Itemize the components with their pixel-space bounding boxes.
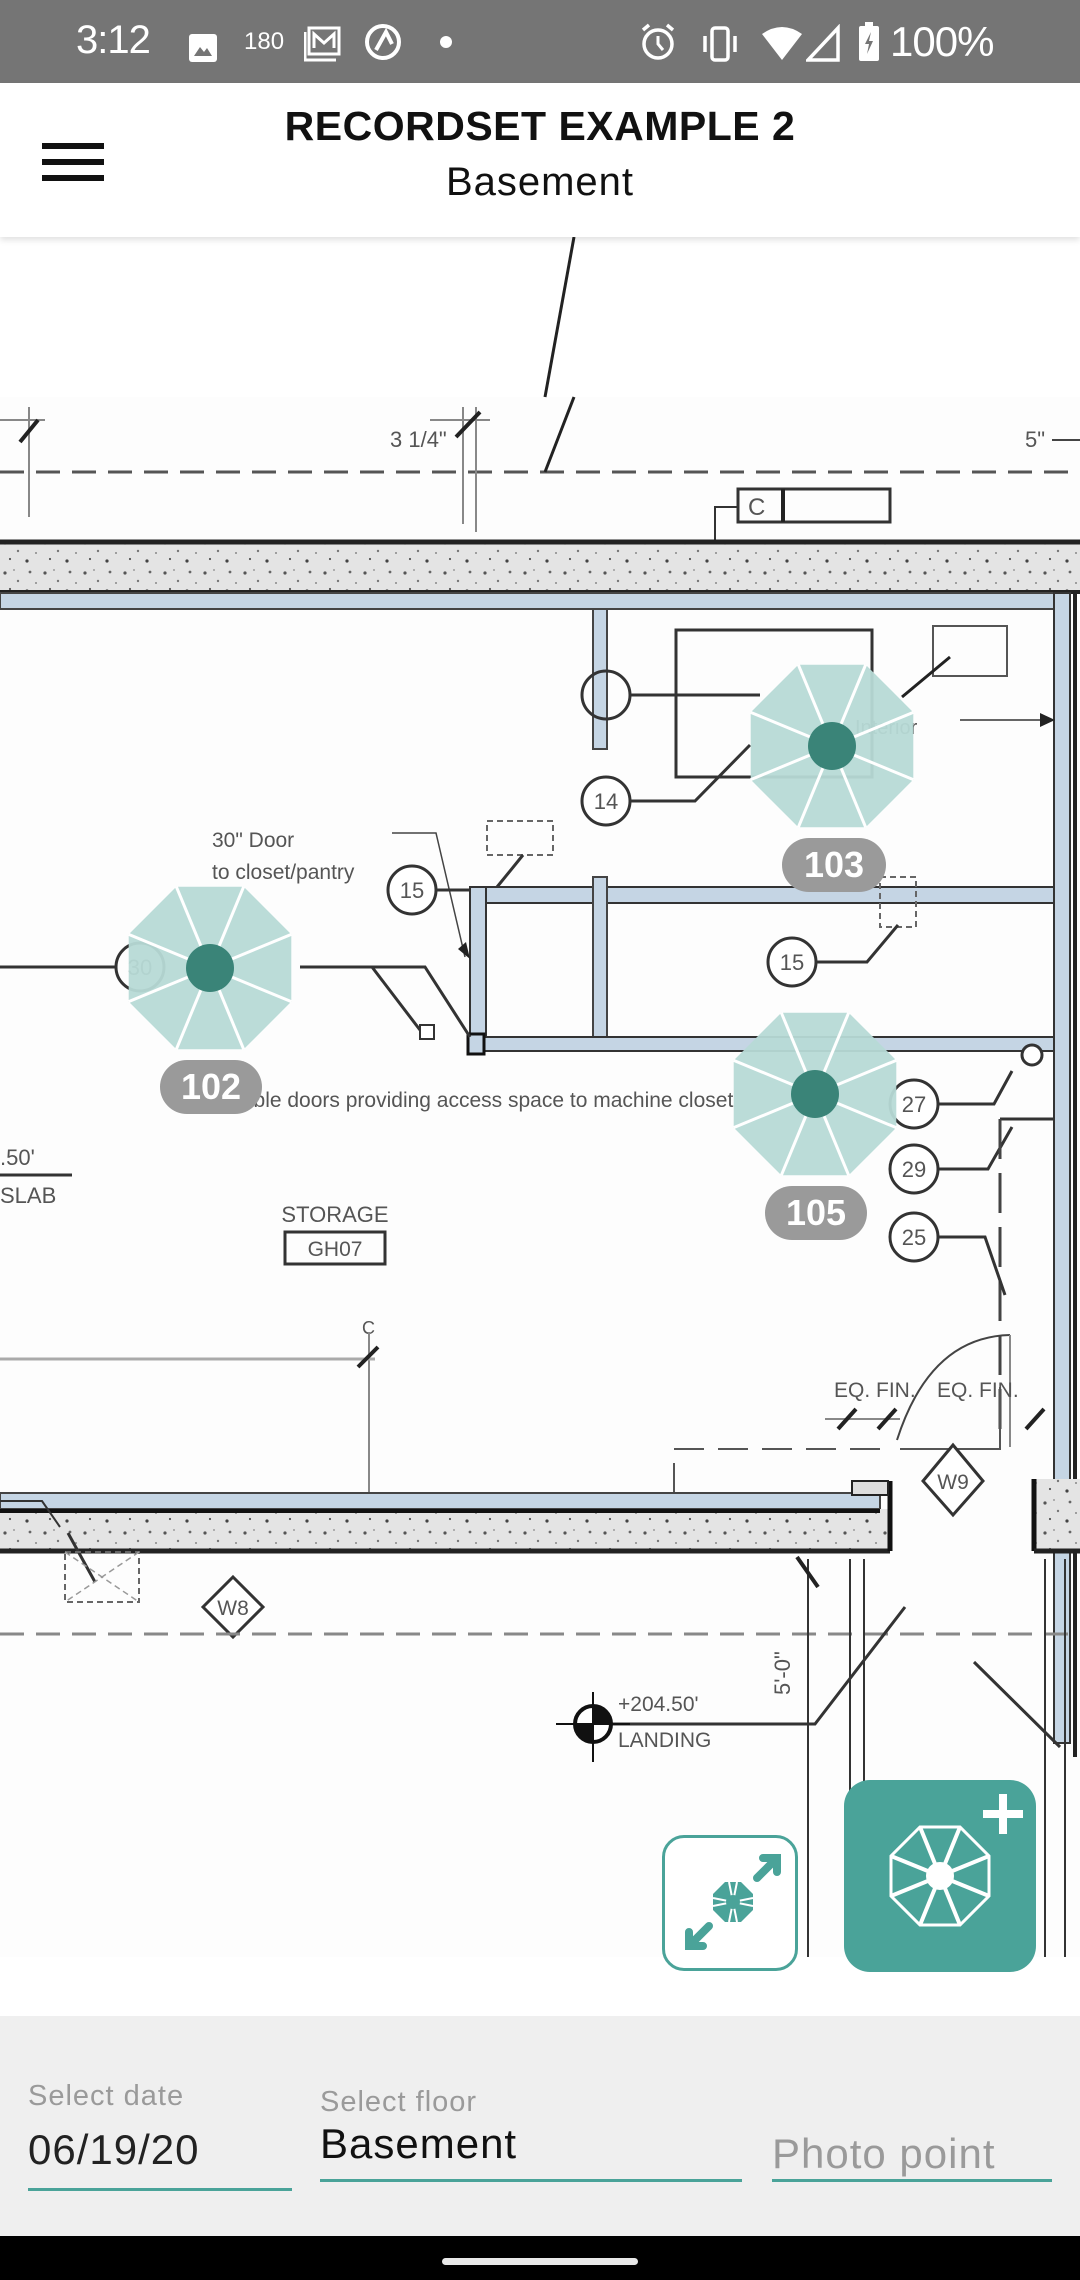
page-title: RECORDSET EXAMPLE 2 bbox=[284, 103, 796, 149]
landing-label: LANDING bbox=[618, 1729, 711, 1752]
photo-point-input[interactable]: Photo point bbox=[772, 2062, 1052, 2202]
add-photo-point-button[interactable] bbox=[844, 1780, 1036, 1972]
home-gesture-handle[interactable] bbox=[442, 2258, 638, 2265]
photo-point-label-105[interactable]: 105 bbox=[765, 1186, 867, 1240]
floor-select[interactable]: Select floor Basement bbox=[320, 2062, 742, 2202]
add-photo-point-icon bbox=[889, 1794, 1023, 1927]
status-bar: 3:12 180 100% bbox=[0, 0, 1080, 83]
slab-label: SLAB bbox=[0, 1183, 56, 1208]
battery-percent: 100% bbox=[890, 18, 994, 65]
slab-elevation: .50' bbox=[0, 1145, 35, 1170]
signal-icon bbox=[806, 24, 840, 62]
door-note-line1: 30" Door bbox=[212, 829, 294, 852]
date-field-label: Select date bbox=[28, 2080, 185, 2112]
dimension-label-right: 5" bbox=[1025, 427, 1045, 452]
floor-select-value: Basement bbox=[320, 2120, 518, 2167]
eq-fin-label-1: EQ. FIN. bbox=[834, 1379, 916, 1402]
room-code: GH07 bbox=[308, 1238, 363, 1261]
callout-25: 25 bbox=[902, 1225, 926, 1250]
date-field[interactable]: Select date 06/19/20 bbox=[28, 2062, 292, 2202]
dot-icon bbox=[440, 36, 452, 48]
photo-point-marker-105[interactable] bbox=[725, 1004, 905, 1184]
alarm-icon bbox=[641, 23, 675, 60]
page-subtitle: Basement bbox=[445, 160, 635, 204]
vibrate-icon bbox=[703, 26, 737, 62]
photo-point-placeholder: Photo point bbox=[772, 2130, 996, 2177]
date-field-underline bbox=[28, 2188, 292, 2191]
callout-15-right: 15 bbox=[780, 950, 804, 975]
wifi-icon bbox=[762, 27, 802, 60]
photo-point-underline bbox=[772, 2179, 1052, 2182]
bottom-form: Select date 06/19/20 Select floor Baseme… bbox=[0, 2016, 1080, 2236]
callout-15-left: 15 bbox=[400, 878, 424, 903]
photo-point-marker-102[interactable] bbox=[120, 878, 300, 1058]
photo-point-center bbox=[186, 944, 234, 992]
image-icon bbox=[189, 34, 217, 62]
dimension-label: 3 1/4" bbox=[390, 427, 447, 452]
photo-point-label-103[interactable]: 103 bbox=[782, 838, 886, 892]
callout-14: 14 bbox=[594, 789, 618, 814]
tag-c: C bbox=[748, 494, 765, 521]
double-doors-note: Double doors providing access space to m… bbox=[215, 1089, 733, 1112]
callout-29: 29 bbox=[902, 1157, 926, 1182]
date-field-value: 06/19/20 bbox=[28, 2126, 200, 2173]
app-bar: RECORDSET EXAMPLE 2 Basement bbox=[0, 83, 1080, 237]
floor-plan-drawing: 3 1/4" 5" C Interior 14 bbox=[0, 237, 1080, 2017]
callout-27: 27 bbox=[902, 1092, 926, 1117]
system-nav-bar bbox=[0, 2236, 1080, 2280]
battery-charging-icon bbox=[859, 22, 879, 61]
sync-icon bbox=[365, 24, 401, 60]
eq-fin-label-2: EQ. FIN. bbox=[937, 1379, 1019, 1402]
dimension-5-0: 5'-0" bbox=[770, 1651, 795, 1695]
status-time: 3:12 bbox=[76, 18, 151, 62]
notification-count: 180 bbox=[244, 28, 285, 55]
room-name: STORAGE bbox=[281, 1202, 388, 1227]
gmail-icon bbox=[304, 26, 341, 62]
photo-point-center bbox=[808, 722, 856, 770]
floor-plan-canvas[interactable]: 3 1/4" 5" C Interior 14 bbox=[0, 237, 1080, 2017]
photo-point-center bbox=[791, 1070, 839, 1118]
photo-point-label-102[interactable]: 102 bbox=[160, 1060, 262, 1114]
window-tag-w8: W8 bbox=[217, 1597, 249, 1620]
landing-elevation: +204.50' bbox=[618, 1693, 699, 1716]
window-tag-w9: W9 bbox=[937, 1471, 969, 1494]
resize-photo-point-button[interactable] bbox=[662, 1835, 798, 1971]
floor-select-underline bbox=[320, 2179, 742, 2182]
resize-photo-point-icon bbox=[685, 1854, 781, 1950]
photo-point-marker-103[interactable] bbox=[742, 656, 922, 836]
floor-select-label: Select floor bbox=[320, 2086, 478, 2118]
